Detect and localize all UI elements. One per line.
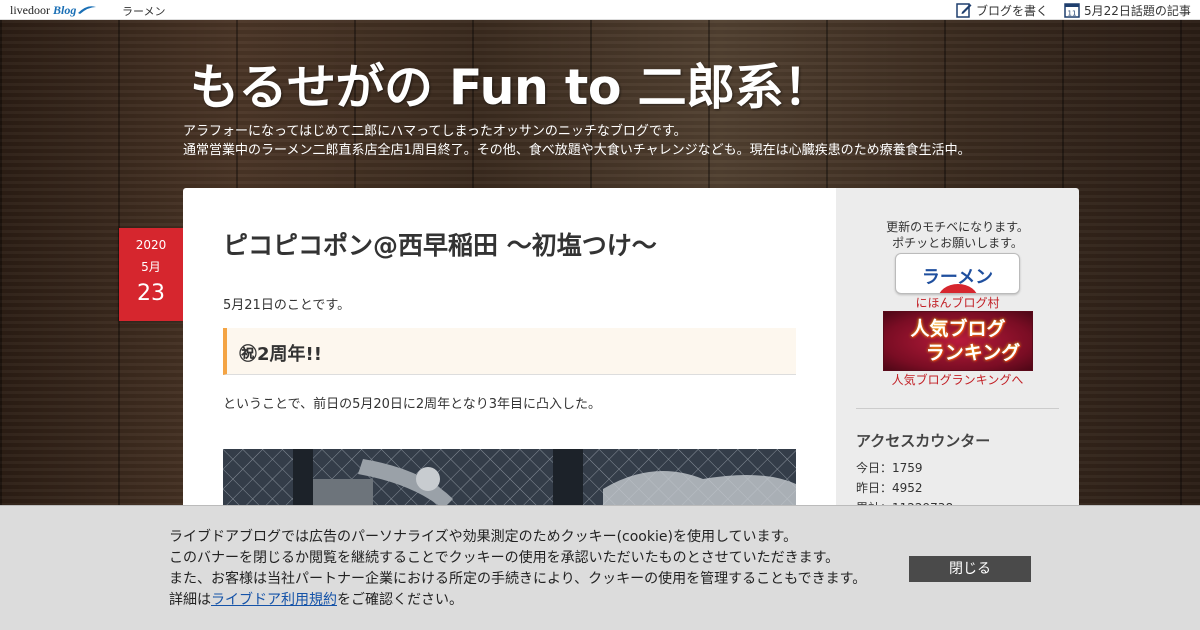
calendar-icon: 11 (1064, 3, 1080, 18)
ninki-blog-ranking-banner[interactable]: 人気ブログ ランキング (883, 311, 1033, 371)
cookie-line3: また、お客様は当社パートナー企業における所定の手続きにより、クッキーの使用を管理… (169, 571, 867, 587)
site-title[interactable]: もるせがの Fun to 二郎系！ (190, 48, 832, 119)
article-paragraph: ということで、前日の5月20日に2周年となり3年目に凸入した。 (223, 397, 602, 412)
logo-blog: Blog (53, 2, 77, 17)
logo-main: livedoor (10, 2, 50, 17)
counter-yesterday: 昨日：4952 (856, 481, 923, 495)
date-year: 2020 (135, 238, 167, 252)
access-counter-heading: アクセスカウンター (856, 432, 991, 450)
date-month: 5月 (141, 260, 161, 274)
motive-line2: ポチッとお願いします。 (892, 236, 1023, 250)
banner-line2: ランキング (925, 342, 1021, 364)
category-link[interactable]: ラーメン (122, 3, 166, 19)
topics-link[interactable]: 11 5月22日話題の記事 (1064, 1, 1191, 19)
livedoor-blog-logo[interactable]: livedoor Blog (10, 2, 97, 18)
site-desc-line2: 通常営業中のラーメン二郎直系店全店1周目終了。その他、食べ放題や大食いチャレンジ… (183, 143, 971, 158)
top-bar: livedoor Blog ラーメン ブログを書く 11 5月22日話題の記事 (0, 0, 1200, 20)
cookie-line2: このバナーを閉じるか閲覧を継続することでクッキーの使用を承認いただいたものとさせ… (169, 550, 840, 566)
site-description: アラフォーになってはじめて二郎にハマってしまったオッサンのニッチなブログです。 … (183, 122, 971, 160)
banner-line1: 人気ブログ (910, 318, 1006, 340)
calendar-number: 11 (1068, 10, 1077, 18)
counter-today: 今日：1759 (856, 461, 923, 475)
ranking-link[interactable]: 人気ブログランキングへ (836, 371, 1079, 388)
sidebar-divider (856, 408, 1059, 409)
cookie-line1: ライブドアブログでは広告のパーソナライズや効果測定のためクッキー(cookie)… (169, 529, 798, 545)
article-paragraph: 5月21日のことです。 (223, 298, 351, 313)
cookie-line4-suffix: をご確認ください。 (337, 592, 463, 608)
close-button[interactable]: 閉じる (909, 556, 1031, 582)
swoosh-icon (78, 6, 97, 14)
motive-line1: 更新のモチベになります。 (886, 220, 1029, 234)
cookie-line4-prefix: 詳細は (169, 592, 211, 608)
terms-link[interactable]: ライブドア利用規約 (211, 592, 337, 608)
topics-label: 5月22日話題の記事 (1084, 3, 1191, 18)
article-heading: ㊗2周年!! (223, 328, 796, 375)
date-day: 23 (137, 281, 165, 306)
pencil-icon (956, 3, 972, 18)
cookie-line4: 詳細はライブドア利用規約をご確認ください。 (169, 590, 866, 611)
article-title[interactable]: ピコピコポン@西早稲田 〜初塩つけ〜 (223, 226, 657, 262)
cookie-banner: ライブドアブログでは広告のパーソナライズや効果測定のためクッキー(cookie)… (0, 505, 1200, 630)
nihon-blog-mura-link[interactable]: にほんブログ村 (836, 294, 1079, 311)
motive-text: 更新のモチベになります。 ポチッとお願いします。 (836, 219, 1079, 251)
site-desc-line1: アラフォーになってはじめて二郎にハマってしまったオッサンのニッチなブログです。 (183, 124, 687, 139)
write-blog-label: ブログを書く (976, 3, 1049, 18)
ramen-ranking-button[interactable]: ラーメン (895, 253, 1020, 294)
date-badge: 2020 5月 23 (119, 228, 183, 321)
cookie-text: ライブドアブログでは広告のパーソナライズや効果測定のためクッキー(cookie)… (169, 527, 866, 611)
write-blog-link[interactable]: ブログを書く (956, 1, 1048, 19)
